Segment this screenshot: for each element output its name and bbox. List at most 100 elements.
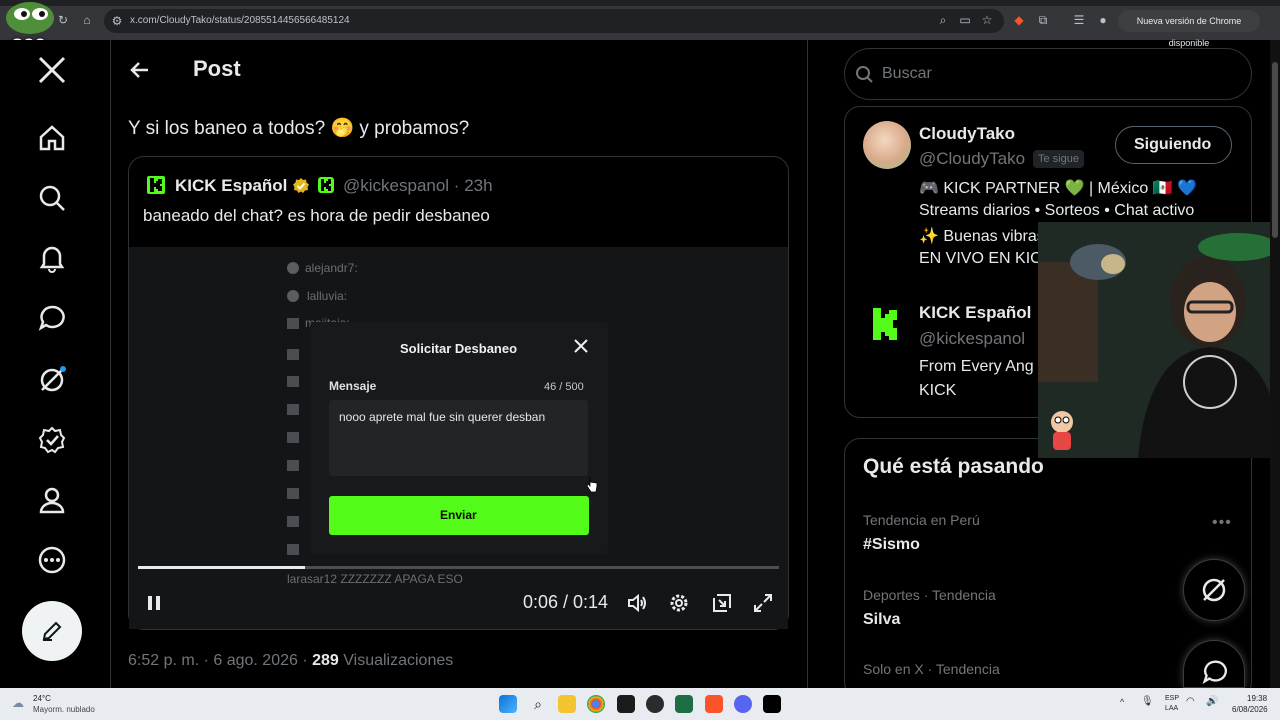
views-count: 289 [312,652,339,669]
settings-gear-icon[interactable] [668,592,690,614]
tray-chevron-icon[interactable]: ^ [1120,697,1124,707]
back-arrow-icon[interactable] [128,58,152,82]
chrome-icon[interactable] [587,695,605,713]
kick-affiliate-badge-icon [318,177,334,193]
volume-icon[interactable] [626,592,648,614]
hand-cursor-icon [586,477,598,493]
address-bar[interactable]: ⚙ x.com/CloudyTako/status/20855144565664… [104,9,1004,33]
clock-time[interactable]: 19:38 [1247,694,1267,703]
post-timestamp[interactable]: 6:52 p. m. · 6 ago. 2026 · [128,652,312,669]
chat-badge-icon [287,460,299,471]
compose-post-button[interactable] [22,601,82,661]
trend-meta: Solo en X · Tendencia [863,661,1000,677]
site-info-icon[interactable]: ⚙ [110,14,124,28]
chat-username: lalluvia: [307,289,348,303]
page-scrollbar[interactable] [1270,40,1280,688]
views-label: Visualizaciones [338,652,454,669]
grok-icon [1202,578,1226,602]
quote-author-name[interactable]: KICK Español [175,176,287,196]
messages-icon [1202,660,1227,685]
x-logo-icon[interactable] [36,54,68,86]
profile-nav-icon[interactable] [36,484,68,516]
excel-icon[interactable] [675,695,693,713]
search-placeholder: Buscar [882,65,932,82]
more-options-icon[interactable] [36,544,68,576]
video-time: 0:06 / 0:14 [523,592,609,612]
scrollbar-thumb[interactable] [1272,62,1278,238]
video-progress-bar[interactable] [138,566,779,569]
close-icon[interactable] [574,339,588,353]
messages-icon[interactable] [36,302,68,334]
capcut-icon[interactable] [763,695,781,713]
chat-badge-icon [287,290,299,302]
video-progress-fill [138,566,305,569]
kick-logo-icon [147,176,165,194]
profile-handle[interactable]: @CloudyTako [919,149,1025,169]
chat-badge-icon [287,432,299,443]
pause-icon[interactable] [146,594,162,612]
kick-avatar-icon[interactable] [871,306,901,342]
chat-badge-icon [287,516,299,527]
zoom-icon[interactable]: ⌕ [936,13,950,27]
install-icon[interactable]: ▭ [958,13,972,27]
url-text: x.com/CloudyTako/status/2085514456566485… [130,15,350,26]
keyboard-language[interactable]: ESP [1165,695,1179,702]
start-menu-icon[interactable] [499,695,517,713]
chat-badge-icon [287,376,299,387]
brave-extension-icon[interactable]: ◆ [1012,13,1026,27]
discord-icon[interactable] [734,695,752,713]
grok-icon[interactable] [36,364,68,396]
wifi-icon[interactable]: ◠ [1186,696,1195,707]
weather-icon[interactable]: ☁ [12,696,28,710]
weather-temperature[interactable]: 24°C [33,694,51,703]
obs-icon[interactable] [646,695,664,713]
compose-icon [42,621,62,641]
avatar[interactable] [863,121,911,169]
notifications-icon[interactable] [36,242,68,274]
fullscreen-icon[interactable] [752,592,774,614]
picture-in-picture-icon[interactable] [711,592,733,614]
brave-icon[interactable] [705,695,723,713]
tab-search-icon[interactable]: ☰ [1072,13,1086,27]
speaker-icon[interactable]: 🔊 [1206,696,1218,707]
send-button-label: Enviar [440,508,477,522]
trend-name[interactable]: Silva [863,611,900,629]
clock-date[interactable]: 6/08/2026 [1232,705,1268,714]
profile-bio-line: ✨ Buenas vibras [919,228,1045,245]
message-text[interactable]: nooo aprete mal fue sin querer desban [339,407,569,427]
search-icon [856,66,873,83]
profile-bio-line: EN VIVO EN KICK [919,250,1053,267]
suggested-account-name[interactable]: KICK Español [919,303,1031,323]
suggested-account-handle[interactable]: @kickespanol [919,329,1025,349]
chat-badge-icon [287,488,299,499]
chat-username: alejandr7: [305,261,358,275]
search-taskbar-icon[interactable]: ⌕ [529,695,547,713]
profile-icon[interactable]: ● [1096,13,1110,27]
keyboard-layout[interactable]: LAA [1165,705,1178,712]
profile-bio-line: 🎮 KICK PARTNER 💚 | México 🇲🇽 💙 [919,180,1197,197]
follows-you-badge: Te sigue [1033,150,1084,168]
bookmark-star-icon[interactable]: ☆ [980,13,994,27]
post-meta: 6:52 p. m. · 6 ago. 2026 · 289 Visualiza… [128,652,453,670]
trend-more-options-icon[interactable]: ••• [1212,514,1232,532]
verified-nav-icon[interactable] [36,424,68,456]
terminal-icon[interactable] [617,695,635,713]
modal-title: Solicitar Desbaneo [400,341,518,356]
suggested-account-bio: KICK [919,382,957,399]
chrome-update-button[interactable]: Nueva versión de Chrome disponible [1118,10,1260,48]
file-explorer-icon[interactable] [558,695,576,713]
message-label: Mensaje [329,379,377,393]
microphone-icon[interactable]: 🎙 [1141,696,1154,707]
trend-name[interactable]: #Sismo [863,536,920,554]
quote-author-handle[interactable]: @kickespanol · 23h [343,176,493,196]
home-nav-icon[interactable] [36,122,68,154]
grok-float-button[interactable] [1183,559,1245,621]
extensions-icon[interactable]: ⧉ [1036,13,1050,27]
windows-taskbar [0,688,1280,720]
explore-icon[interactable] [36,182,68,214]
weather-description[interactable]: Mayorm. nublado [33,705,95,714]
profile-name[interactable]: CloudyTako [919,124,1015,144]
home-icon[interactable]: ⌂ [80,13,94,27]
chat-badge-icon [287,318,299,329]
cartoon-emote-icon [1051,411,1073,450]
